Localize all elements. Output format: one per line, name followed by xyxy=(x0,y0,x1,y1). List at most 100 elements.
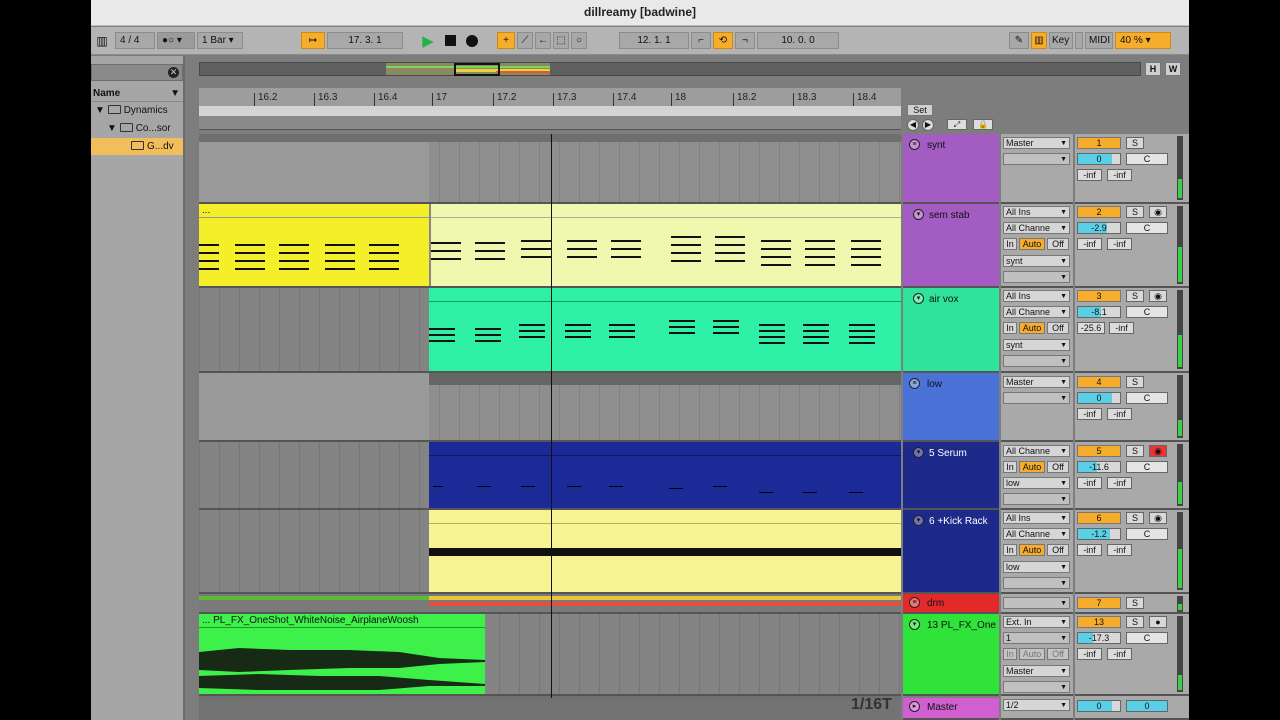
group-fold-icon[interactable]: ≡ xyxy=(909,139,920,150)
fold-icon[interactable]: ▾ xyxy=(913,515,924,526)
output-type-dropdown[interactable]: synt xyxy=(1003,255,1070,267)
track-lane-pl-fx[interactable]: ... PL_FX_OneShot_WhiteNoise_AirplaneWoo… xyxy=(199,614,901,696)
volume-field[interactable]: -1.2 xyxy=(1077,528,1121,540)
output-channel-dropdown[interactable] xyxy=(1003,355,1070,367)
output-channel-dropdown[interactable] xyxy=(1003,577,1070,589)
peak-left[interactable]: -inf xyxy=(1077,169,1102,181)
set-locator-button[interactable]: Set xyxy=(907,104,933,116)
monitor-in-button[interactable]: In xyxy=(1003,322,1017,334)
time-ruler-bottom[interactable] xyxy=(199,700,901,720)
track-lane-low[interactable] xyxy=(199,373,901,442)
monitor-in-button[interactable]: In xyxy=(1003,461,1017,473)
pan-field[interactable]: C xyxy=(1126,632,1168,644)
midi-clip[interactable] xyxy=(429,204,901,286)
browser-column-header[interactable]: Name ▼ xyxy=(91,85,183,102)
peak-right[interactable]: -inf xyxy=(1107,238,1132,250)
master-cue-field[interactable]: 0 xyxy=(1126,700,1168,712)
loop-start-field[interactable]: 12. 1. 1 xyxy=(619,32,689,49)
solo-button[interactable]: S xyxy=(1126,597,1144,609)
track-header-serum[interactable]: ▾ 5 Serum xyxy=(903,442,999,510)
overview-viewport-box[interactable] xyxy=(454,63,500,76)
peak-right[interactable]: -inf xyxy=(1109,322,1134,334)
track-activator-button[interactable]: 3 xyxy=(1077,290,1121,302)
input-channel-dropdown[interactable]: All Channe xyxy=(1003,528,1070,540)
time-signature-field[interactable]: 4 / 4 xyxy=(115,32,155,49)
pan-field[interactable]: C xyxy=(1126,222,1168,234)
pan-field[interactable]: C xyxy=(1126,528,1168,540)
metronome-toggle[interactable]: ●○ ▾ xyxy=(157,32,195,49)
arm-record-icon[interactable]: ◉ xyxy=(1149,206,1167,218)
stop-icon[interactable] xyxy=(441,32,459,49)
arrangement-position-field[interactable]: 17. 3. 1 xyxy=(327,32,403,49)
volume-field[interactable]: -8.1 xyxy=(1077,306,1121,318)
peak-right[interactable]: -inf xyxy=(1107,648,1132,660)
midi-clip[interactable] xyxy=(429,288,901,371)
next-locator-icon[interactable]: ▶ xyxy=(922,119,934,131)
browser-item-preset[interactable]: G...dv xyxy=(91,138,183,155)
input-type-dropdown[interactable]: Ext. In xyxy=(1003,616,1070,628)
previous-locator-icon[interactable]: ◀ xyxy=(907,119,919,131)
input-type-dropdown[interactable]: All Ins xyxy=(1003,512,1070,524)
track-lane-kick-rack[interactable] xyxy=(199,510,901,594)
arm-record-icon[interactable]: ◉ xyxy=(1149,512,1167,524)
solo-button[interactable]: S xyxy=(1126,290,1144,302)
output-type-dropdown[interactable] xyxy=(1003,597,1070,609)
monitor-off-button[interactable]: Off xyxy=(1047,461,1069,473)
track-lane-drm[interactable] xyxy=(199,594,901,614)
scrub-area[interactable] xyxy=(199,116,901,130)
group-fold-icon[interactable]: ≡ xyxy=(909,597,920,608)
record-icon[interactable] xyxy=(463,32,481,49)
output-type-dropdown[interactable]: Master xyxy=(1003,665,1070,677)
automation-arm-icon[interactable]: ⟋ xyxy=(517,32,533,49)
track-activator-button[interactable]: 5 xyxy=(1077,445,1121,457)
solo-button[interactable]: S xyxy=(1126,512,1144,524)
peak-right[interactable]: -inf xyxy=(1107,169,1132,181)
tap-tempo-icon[interactable]: ▥ xyxy=(93,32,111,49)
pan-field[interactable]: C xyxy=(1126,461,1168,473)
input-channel-dropdown[interactable]: All Channe xyxy=(1003,445,1070,457)
monitor-off-button[interactable]: Off xyxy=(1047,648,1069,660)
output-type-dropdown[interactable]: low xyxy=(1003,477,1070,489)
master-output-dropdown[interactable]: 1/2 xyxy=(1003,699,1070,711)
fold-icon[interactable]: ▾ xyxy=(913,209,924,220)
solo-button[interactable]: S xyxy=(1126,376,1144,388)
track-activator-button[interactable]: 6 xyxy=(1077,512,1121,524)
monitor-auto-button[interactable]: Auto xyxy=(1019,461,1045,473)
peak-left[interactable]: -inf xyxy=(1077,648,1102,660)
arm-record-icon[interactable]: ◉ xyxy=(1149,290,1167,302)
solo-button[interactable]: S xyxy=(1126,445,1144,457)
track-activator-button[interactable]: 7 xyxy=(1077,597,1121,609)
browser-item-compressor[interactable]: ▼ Co...sor xyxy=(91,120,183,137)
solo-button[interactable]: S xyxy=(1126,137,1144,149)
clear-search-icon[interactable]: ✕ xyxy=(168,67,179,78)
track-header-master[interactable]: ▸ Master xyxy=(903,698,999,720)
track-activator-button[interactable]: 2 xyxy=(1077,206,1121,218)
follow-button[interactable]: ↦ xyxy=(301,32,325,49)
h-toggle-button[interactable]: H xyxy=(1145,62,1161,76)
master-volume-field[interactable]: 0 xyxy=(1077,700,1121,712)
track-header-low[interactable]: ≡ low xyxy=(903,373,999,442)
peak-left[interactable]: -inf xyxy=(1077,238,1102,250)
loop-brace-bar[interactable] xyxy=(199,106,901,116)
output-type-dropdown[interactable]: synt xyxy=(1003,339,1070,351)
track-lane-serum[interactable] xyxy=(199,442,901,510)
disclosure-icon[interactable]: ▼ xyxy=(95,105,108,116)
capture-icon[interactable]: ⬚ xyxy=(553,32,569,49)
monitor-in-button[interactable]: In xyxy=(1003,648,1017,660)
input-channel-dropdown[interactable]: All Channe xyxy=(1003,222,1070,234)
monitor-off-button[interactable]: Off xyxy=(1047,322,1069,334)
midi-clip[interactable] xyxy=(429,442,901,508)
punch-in-icon[interactable]: ⌐ xyxy=(691,32,711,49)
peak-right[interactable]: -inf xyxy=(1107,408,1132,420)
monitor-in-button[interactable]: In xyxy=(1003,238,1017,250)
volume-field[interactable]: 0 xyxy=(1077,153,1121,165)
peak-right[interactable]: -inf xyxy=(1107,544,1132,556)
search-input[interactable]: ✕ xyxy=(91,64,183,81)
track-header-pl-fx[interactable]: ▾ 13 PL_FX_One xyxy=(903,614,999,696)
lock-icon[interactable]: 🔒 xyxy=(973,119,993,130)
track-activator-button[interactable]: 1 xyxy=(1077,137,1121,149)
monitor-auto-button[interactable]: Auto xyxy=(1019,648,1045,660)
monitor-off-button[interactable]: Off xyxy=(1047,238,1069,250)
output-channel-dropdown[interactable] xyxy=(1003,493,1070,505)
peak-left[interactable]: -inf xyxy=(1077,408,1102,420)
